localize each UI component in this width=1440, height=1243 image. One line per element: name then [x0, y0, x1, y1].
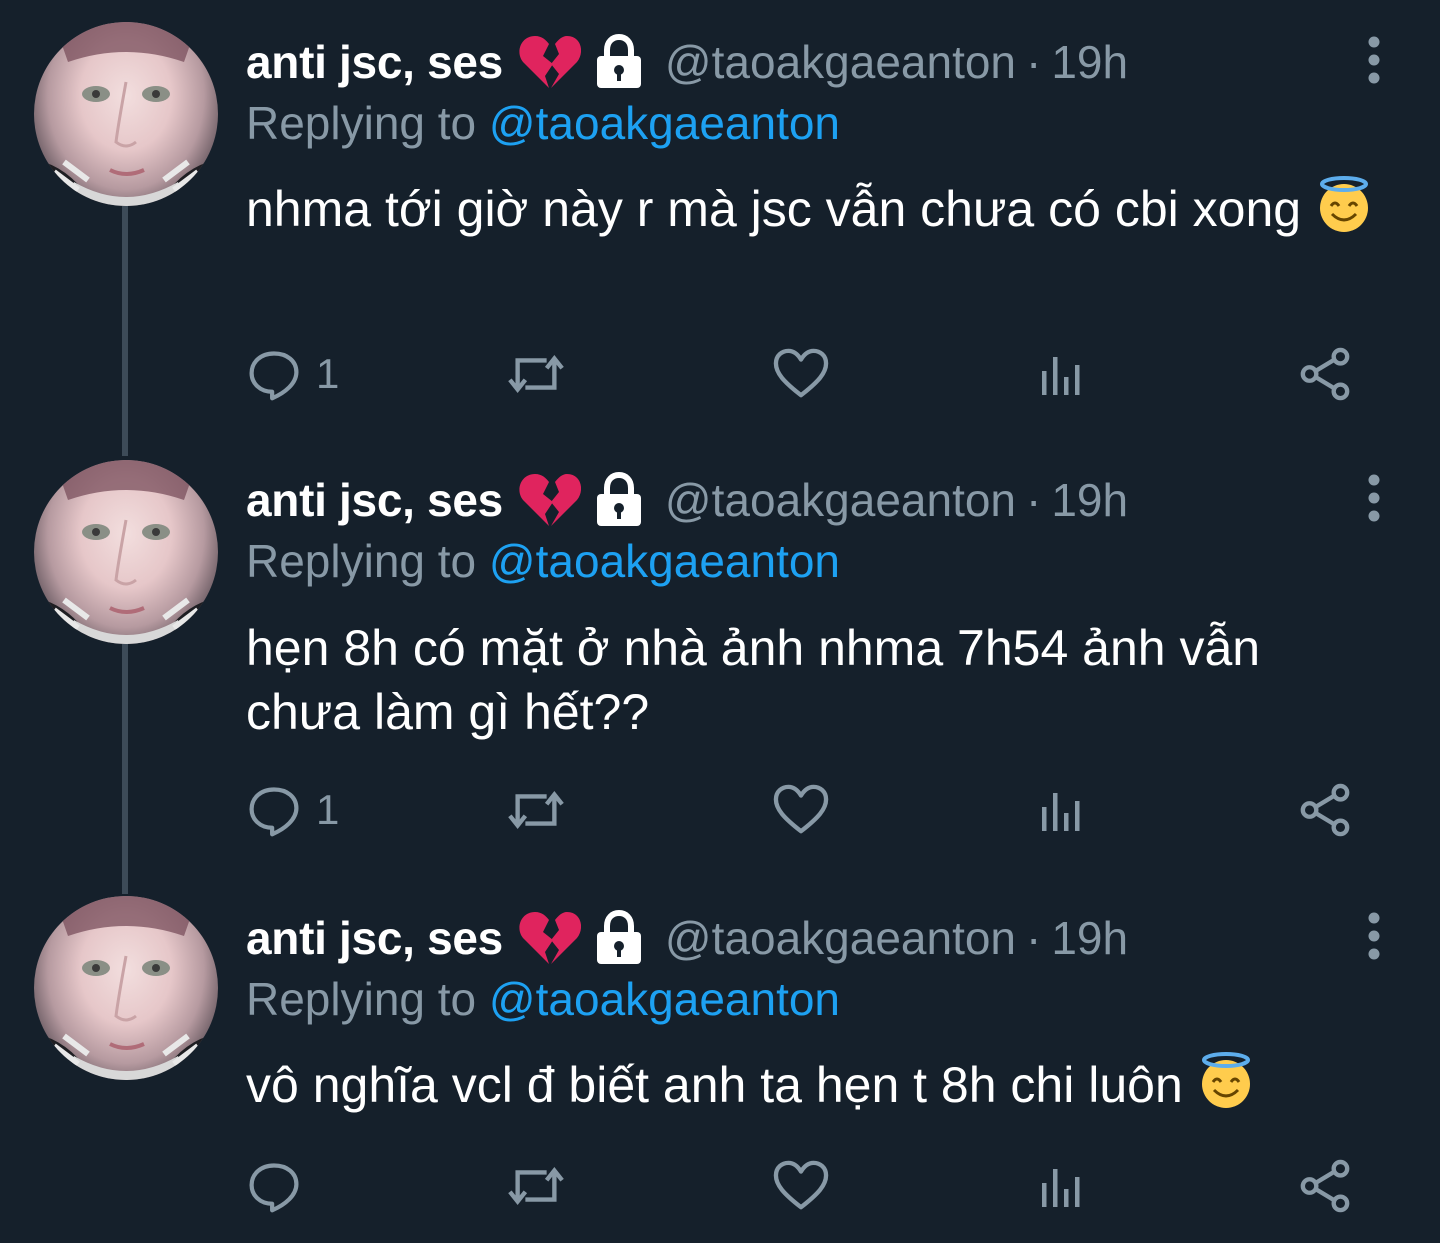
handle[interactable]: @taoakgaeanton [665, 911, 1016, 965]
display-name[interactable]: anti jsc, ses [246, 911, 503, 965]
timestamp[interactable]: 19h [1051, 473, 1128, 527]
tweet[interactable]: anti jsc, ses @taoakgaeanton · 19h Reply… [0, 0, 1440, 438]
retweet-button[interactable] [504, 780, 568, 840]
tweet-text-content: vô nghĩa vcl đ biết anh ta hẹn t 8h chi … [246, 1057, 1183, 1113]
reply-icon [246, 1158, 302, 1214]
retweet-icon [504, 1157, 568, 1215]
analytics-button[interactable] [1036, 780, 1086, 840]
timestamp[interactable]: 19h [1051, 35, 1128, 89]
reply-count: 1 [316, 350, 340, 397]
timestamp[interactable]: 19h [1051, 911, 1128, 965]
reply-button[interactable]: 1 [246, 780, 339, 840]
more-options-icon[interactable] [1364, 472, 1384, 524]
separator: · [1026, 912, 1042, 964]
analytics-button[interactable] [1036, 344, 1086, 404]
analytics-button[interactable] [1036, 1156, 1086, 1216]
action-bar: 1 [246, 344, 1366, 404]
like-icon [772, 1159, 830, 1213]
tweet-header: anti jsc, ses @taoakgaeanton · 19h [246, 906, 1128, 970]
analytics-icon [1036, 785, 1086, 835]
mention-link[interactable]: @taoakgaeanton [489, 97, 840, 149]
replying-to: Replying to @taoakgaeanton [246, 96, 840, 150]
mention-link[interactable]: @taoakgaeanton [489, 535, 840, 587]
analytics-icon [1036, 349, 1086, 399]
share-button[interactable] [1298, 344, 1352, 404]
avatar-image [34, 896, 218, 1080]
separator: · [1026, 474, 1042, 526]
tweet-header: anti jsc, ses @taoakgaeanton · 19h [246, 30, 1128, 94]
avatar[interactable] [34, 22, 218, 206]
tweet[interactable]: anti jsc, ses @taoakgaeanton · 19h Reply… [0, 876, 1440, 1243]
like-button[interactable] [772, 1156, 830, 1216]
retweet-icon [504, 345, 568, 403]
mention-link[interactable]: @taoakgaeanton [489, 973, 840, 1025]
action-bar [246, 1156, 1366, 1216]
share-button[interactable] [1298, 780, 1352, 840]
replying-to: Replying to @taoakgaeanton [246, 534, 840, 588]
tweet-text-content: nhma tới giờ này r mà jsc vẫn chưa có cb… [246, 181, 1302, 237]
share-icon [1298, 783, 1352, 837]
avatar[interactable] [34, 460, 218, 644]
retweet-button[interactable] [504, 1156, 568, 1216]
retweet-button[interactable] [504, 344, 568, 404]
like-icon [772, 347, 830, 401]
broken-heart-icon [517, 910, 581, 966]
more-options-icon[interactable] [1364, 34, 1384, 86]
reply-icon [246, 346, 302, 402]
action-bar: 1 [246, 780, 1366, 840]
reply-button[interactable]: 1 [246, 344, 339, 404]
tweet[interactable]: anti jsc, ses @taoakgaeanton · 19h Reply… [0, 438, 1440, 876]
replying-prefix: Replying to [246, 973, 477, 1025]
display-name[interactable]: anti jsc, ses [246, 35, 503, 89]
broken-heart-icon [517, 472, 581, 528]
replying-prefix: Replying to [246, 97, 477, 149]
broken-heart-icon [517, 34, 581, 90]
tweet-text: nhma tới giờ này r mà jsc vẫn chưa có cb… [246, 176, 1386, 241]
smiling-face-with-halo-icon [1197, 1052, 1255, 1110]
handle[interactable]: @taoakgaeanton [665, 35, 1016, 89]
separator: · [1026, 36, 1042, 88]
lock-icon [593, 34, 645, 90]
reply-count: 1 [316, 786, 340, 833]
smiling-face-with-halo-icon [1315, 176, 1373, 234]
tweet-text: vô nghĩa vcl đ biết anh ta hẹn t 8h chi … [246, 1052, 1386, 1117]
more-options-icon[interactable] [1364, 910, 1384, 962]
replying-prefix: Replying to [246, 535, 477, 587]
like-button[interactable] [772, 780, 830, 840]
tweet-text: hẹn 8h có mặt ở nhà ảnh nhma 7h54 ảnh vẫ… [246, 616, 1386, 744]
avatar-image [34, 460, 218, 644]
avatar[interactable] [34, 896, 218, 1080]
share-button[interactable] [1298, 1156, 1352, 1216]
like-button[interactable] [772, 344, 830, 404]
retweet-icon [504, 781, 568, 839]
handle[interactable]: @taoakgaeanton [665, 473, 1016, 527]
tweet-header: anti jsc, ses @taoakgaeanton · 19h [246, 468, 1128, 532]
reply-button[interactable] [246, 1156, 302, 1216]
tweet-text-content: hẹn 8h có mặt ở nhà ảnh nhma 7h54 ảnh vẫ… [246, 620, 1261, 740]
analytics-icon [1036, 1161, 1086, 1211]
lock-icon [593, 472, 645, 528]
lock-icon [593, 910, 645, 966]
like-icon [772, 783, 830, 837]
share-icon [1298, 347, 1352, 401]
display-name[interactable]: anti jsc, ses [246, 473, 503, 527]
avatar-image [34, 22, 218, 206]
reply-icon [246, 782, 302, 838]
replying-to: Replying to @taoakgaeanton [246, 972, 840, 1026]
share-icon [1298, 1159, 1352, 1213]
